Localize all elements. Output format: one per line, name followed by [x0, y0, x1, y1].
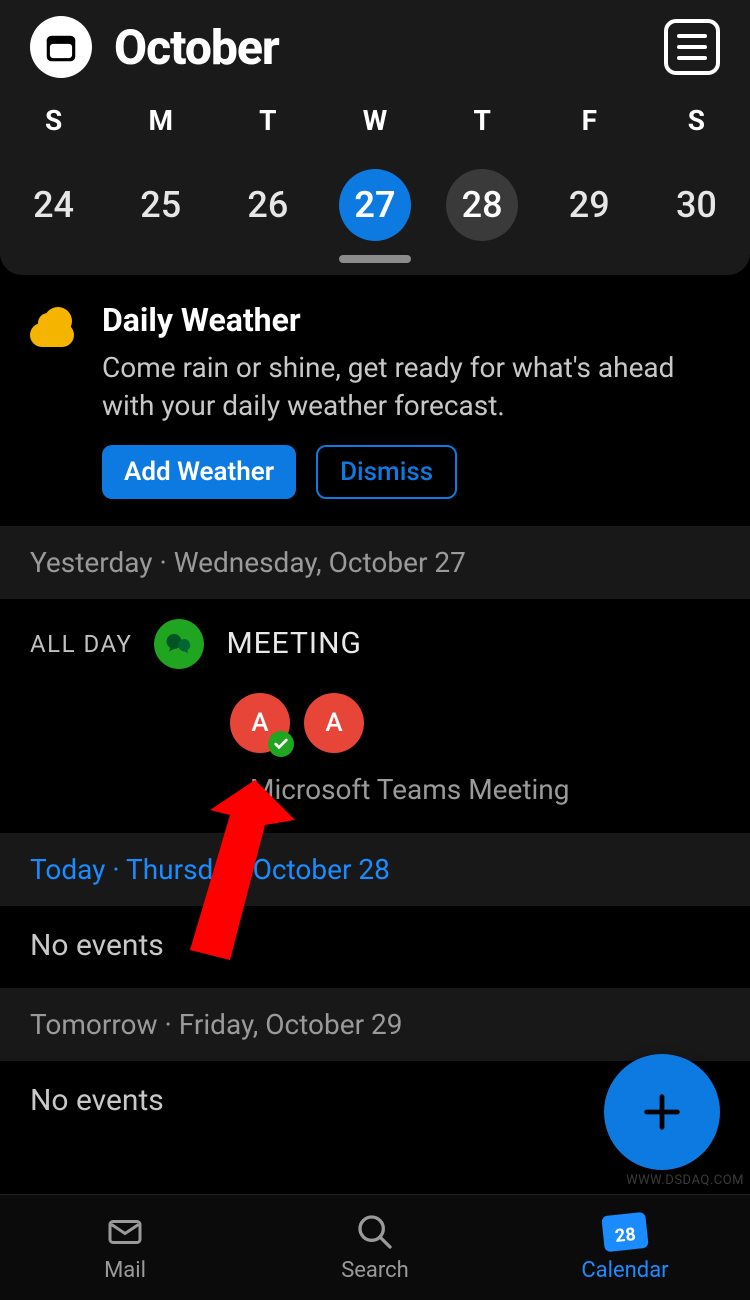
- day-27-selected[interactable]: 27: [339, 169, 411, 241]
- menu-button[interactable]: [664, 19, 720, 75]
- mail-icon: [102, 1212, 148, 1252]
- attendee-avatars: A A: [230, 693, 720, 753]
- weather-icon: [30, 305, 78, 353]
- day-30[interactable]: 30: [660, 169, 732, 241]
- dismiss-button[interactable]: Dismiss: [316, 445, 457, 499]
- no-events-today: No events: [0, 906, 750, 987]
- add-event-fab[interactable]: [604, 1054, 720, 1170]
- attendee-avatar: A: [230, 693, 290, 753]
- nav-search[interactable]: Search: [250, 1195, 500, 1300]
- event-row[interactable]: ALL DAY MEETING A A Microsoft Teams Meet…: [0, 599, 750, 832]
- dow-sat: S: [688, 104, 705, 137]
- weather-description: Come rain or shine, get ready for what's…: [102, 349, 720, 425]
- weather-card: Daily Weather Come rain or shine, get re…: [0, 275, 750, 525]
- section-header-tomorrow: Tomorrow · Friday, October 29: [0, 987, 750, 1061]
- day-29[interactable]: 29: [553, 169, 625, 241]
- dow-tue: T: [259, 104, 276, 137]
- nav-mail[interactable]: Mail: [0, 1195, 250, 1300]
- calendar-tab-icon: 28: [602, 1212, 648, 1252]
- dow-thu: T: [473, 104, 490, 137]
- day-26[interactable]: 26: [232, 169, 304, 241]
- nav-search-label: Search: [341, 1258, 409, 1283]
- dow-wed: W: [363, 104, 388, 137]
- day-28-today[interactable]: 28: [446, 169, 518, 241]
- month-title[interactable]: October: [114, 19, 279, 76]
- day-25[interactable]: 25: [125, 169, 197, 241]
- week-strip: S 24 M 25 T 26 W 27 T 28 F 29 S 30: [0, 84, 750, 241]
- add-weather-button[interactable]: Add Weather: [102, 445, 296, 499]
- watermark: WWW.DSDAQ.COM: [626, 1173, 744, 1188]
- event-subtitle: Microsoft Teams Meeting: [250, 773, 720, 806]
- calendar-icon[interactable]: [30, 16, 92, 78]
- nav-calendar[interactable]: 28 Calendar: [500, 1195, 750, 1300]
- dow-fri: F: [582, 104, 597, 137]
- nav-mail-label: Mail: [104, 1258, 146, 1283]
- dow-mon: M: [148, 104, 173, 137]
- bottom-nav: Mail Search 28 Calendar: [0, 1194, 750, 1300]
- section-header-today: Today · Thursday, October 28: [0, 832, 750, 906]
- attendee-avatar: A: [304, 693, 364, 753]
- chat-icon: [154, 619, 204, 669]
- search-icon: [352, 1212, 398, 1252]
- weather-title: Daily Weather: [102, 301, 720, 339]
- section-header-yesterday: Yesterday · Wednesday, October 27: [0, 525, 750, 599]
- day-24[interactable]: 24: [18, 169, 90, 241]
- all-day-label: ALL DAY: [30, 630, 132, 658]
- accepted-badge-icon: [268, 731, 294, 757]
- dow-sun: S: [45, 104, 62, 137]
- event-title: MEETING: [226, 626, 361, 661]
- nav-calendar-label: Calendar: [581, 1258, 668, 1283]
- week-drag-handle[interactable]: [339, 255, 411, 263]
